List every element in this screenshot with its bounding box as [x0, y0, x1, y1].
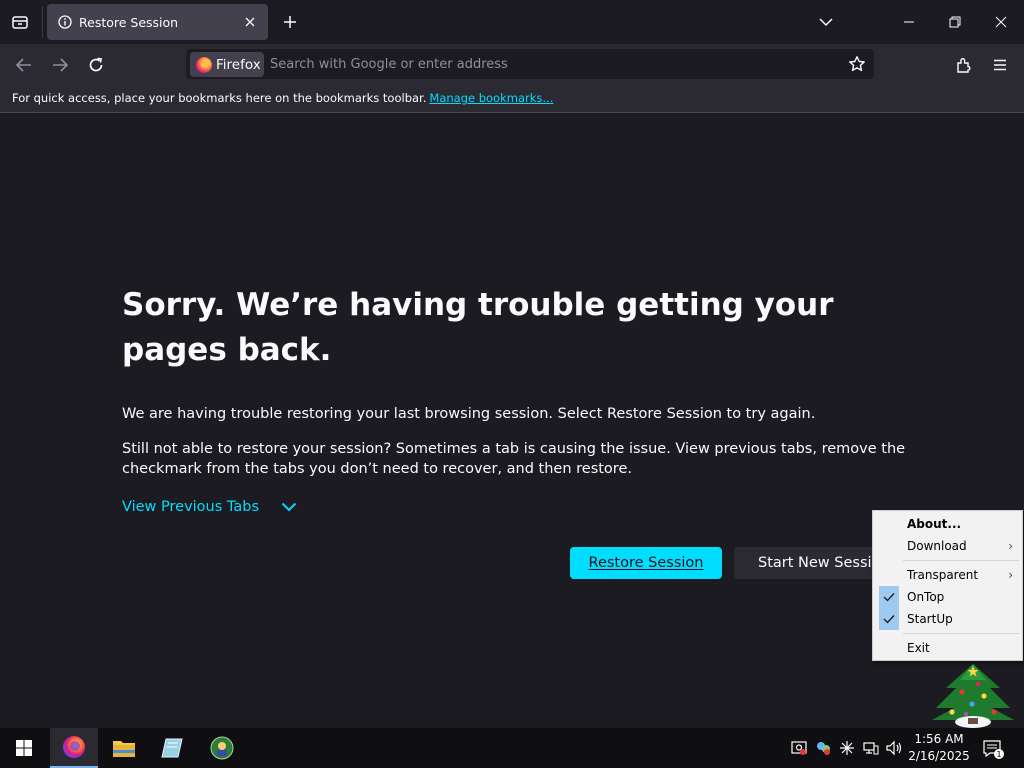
restore-window-icon[interactable] [941, 8, 969, 36]
christmas-tree-widget[interactable] [926, 662, 1020, 728]
tray-snowflake-icon[interactable] [837, 738, 857, 758]
tray-context-menu: About... Download › Transparent › OnTop St… [872, 510, 1023, 661]
tab-bar: Restore Session [0, 0, 1024, 44]
menu-item-ontop[interactable]: OnTop [874, 586, 1021, 608]
new-tab-icon[interactable] [278, 10, 302, 34]
address-input[interactable] [270, 52, 830, 77]
bookmarks-toolbar: For quick access, place your bookmarks h… [0, 84, 1024, 113]
menu-item-exit[interactable]: Exit [874, 637, 1021, 659]
start-new-session-button[interactable]: Start New Session [734, 547, 884, 579]
manage-bookmarks-link[interactable]: Manage bookmarks... [429, 91, 553, 105]
tab-list-icon[interactable] [8, 9, 32, 35]
page-title: Sorry. We’re having trouble getting your… [122, 287, 834, 368]
firefox-logo-icon [196, 56, 212, 73]
tray-network-icon[interactable] [861, 738, 881, 758]
tray-app-icon[interactable] [813, 738, 833, 758]
menu-separator [903, 633, 1019, 634]
submenu-arrow-icon: › [1008, 539, 1013, 553]
menu-item-label: Download [907, 539, 967, 553]
help-message: Still not able to restore your session? … [122, 441, 906, 477]
clock-time: 1:56 AM [914, 732, 964, 746]
taskbar-clock[interactable]: 1:56 AM 2/16/2025 [906, 731, 972, 765]
extensions-icon[interactable] [951, 52, 977, 78]
bookmarks-message: For quick access, place your bookmarks h… [12, 91, 427, 105]
minimize-icon[interactable] [895, 8, 923, 36]
taskbar-tree-app-icon[interactable] [198, 728, 246, 768]
tab-restore-session[interactable]: Restore Session [47, 4, 268, 40]
menu-separator [903, 560, 1019, 561]
close-tab-icon[interactable] [238, 10, 262, 34]
menu-item-about[interactable]: About... [874, 513, 1021, 535]
taskbar-file-explorer-icon[interactable] [100, 728, 148, 768]
menu-hamburger-icon[interactable] [987, 52, 1013, 78]
tab-title: Restore Session [79, 14, 179, 30]
view-previous-tabs-label: View Previous Tabs [122, 499, 260, 515]
info-icon [57, 14, 73, 30]
taskbar-firefox-icon[interactable] [50, 728, 98, 768]
submenu-arrow-icon: › [1008, 568, 1013, 582]
close-window-icon[interactable] [987, 8, 1015, 36]
clock-date: 2/16/2025 [908, 749, 970, 763]
menu-item-startup[interactable]: StartUp [874, 608, 1021, 630]
restore-message: We are having trouble restoring your las… [122, 406, 816, 422]
notification-count: 1 [996, 750, 1001, 759]
taskbar-app-icon[interactable] [148, 728, 196, 768]
identity-label: Firefox [216, 56, 261, 73]
menu-item-download[interactable]: Download › [874, 535, 1021, 557]
checkmark-icon [879, 586, 899, 608]
chevron-down-icon [281, 500, 299, 514]
taskbar: 1:56 AM 2/16/2025 1 [0, 728, 1024, 768]
restore-session-button[interactable]: Restore Session [570, 547, 722, 579]
view-previous-tabs-toggle[interactable]: View Previous Tabs [122, 499, 299, 515]
tray-security-icon[interactable] [789, 738, 809, 758]
start-windows-icon[interactable] [0, 728, 48, 768]
checkmark-icon [879, 608, 899, 630]
notification-center-icon[interactable]: 1 [980, 736, 1006, 762]
menu-item-label: StartUp [907, 612, 953, 626]
back-arrow-icon[interactable] [11, 52, 37, 78]
reload-icon[interactable] [83, 52, 109, 78]
list-all-tabs-chevron-icon[interactable] [812, 8, 840, 36]
forward-arrow-icon[interactable] [47, 52, 73, 78]
menu-item-label: Transparent [907, 568, 979, 582]
menu-item-label: Exit [907, 641, 930, 655]
tab-separator [42, 6, 43, 38]
bookmark-star-icon[interactable] [846, 53, 868, 75]
tray-volume-icon[interactable] [885, 738, 905, 758]
identity-box[interactable]: Firefox [190, 52, 264, 77]
menu-item-label: About... [907, 517, 962, 531]
menu-item-label: OnTop [907, 590, 945, 604]
menu-item-transparent[interactable]: Transparent › [874, 564, 1021, 586]
